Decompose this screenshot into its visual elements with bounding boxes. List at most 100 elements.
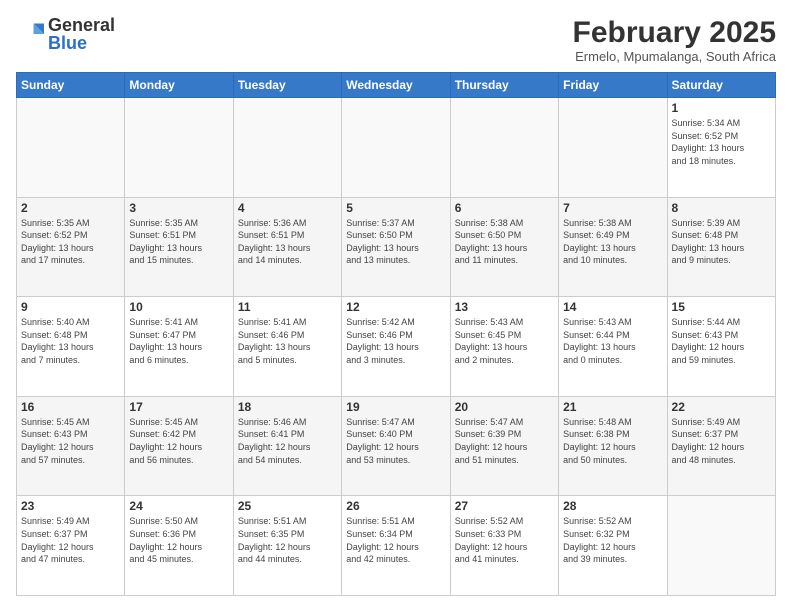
calendar-day-cell: 3 Sunrise: 5:35 AM Sunset: 6:51 PM Daylig… (125, 197, 233, 297)
day-number: 9 (21, 300, 120, 314)
day-number: 24 (129, 499, 228, 513)
calendar-day-cell: 9 Sunrise: 5:40 AM Sunset: 6:48 PM Daylig… (17, 297, 125, 397)
calendar-week-row: 2 Sunrise: 5:35 AM Sunset: 6:52 PM Daylig… (17, 197, 776, 297)
logo: General Blue (16, 16, 115, 52)
calendar-day-cell (125, 98, 233, 198)
day-number: 13 (455, 300, 554, 314)
day-info: Sunrise: 5:39 AM Sunset: 6:48 PM Dayligh… (672, 217, 771, 267)
day-info: Sunrise: 5:45 AM Sunset: 6:43 PM Dayligh… (21, 416, 120, 466)
day-number: 26 (346, 499, 445, 513)
calendar-day-cell: 1Sunrise: 5:34 AM Sunset: 6:52 PM Daylig… (667, 98, 775, 198)
day-info: Sunrise: 5:51 AM Sunset: 6:34 PM Dayligh… (346, 515, 445, 565)
day-number: 4 (238, 201, 337, 215)
day-info: Sunrise: 5:49 AM Sunset: 6:37 PM Dayligh… (672, 416, 771, 466)
day-info: Sunrise: 5:34 AM Sunset: 6:52 PM Dayligh… (672, 117, 771, 167)
weekday-header: Saturday (667, 73, 775, 98)
calendar-header-row: SundayMondayTuesdayWednesdayThursdayFrid… (17, 73, 776, 98)
calendar-day-cell (233, 98, 341, 198)
calendar-week-row: 1Sunrise: 5:34 AM Sunset: 6:52 PM Daylig… (17, 98, 776, 198)
calendar-day-cell: 6Sunrise: 5:38 AM Sunset: 6:50 PM Daylig… (450, 197, 558, 297)
weekday-header: Friday (559, 73, 667, 98)
day-info: Sunrise: 5:42 AM Sunset: 6:46 PM Dayligh… (346, 316, 445, 366)
calendar-day-cell: 25 Sunrise: 5:51 AM Sunset: 6:35 PM Dayli… (233, 496, 341, 596)
day-number: 2 (21, 201, 120, 215)
day-number: 22 (672, 400, 771, 414)
weekday-header: Monday (125, 73, 233, 98)
calendar-day-cell: 24 Sunrise: 5:50 AM Sunset: 6:36 PM Dayli… (125, 496, 233, 596)
calendar-day-cell: 20 Sunrise: 5:47 AM Sunset: 6:39 PM Dayli… (450, 396, 558, 496)
calendar-day-cell (342, 98, 450, 198)
day-info: Sunrise: 5:48 AM Sunset: 6:38 PM Dayligh… (563, 416, 662, 466)
day-info: Sunrise: 5:50 AM Sunset: 6:36 PM Dayligh… (129, 515, 228, 565)
day-number: 5 (346, 201, 445, 215)
day-number: 11 (238, 300, 337, 314)
day-info: Sunrise: 5:51 AM Sunset: 6:35 PM Dayligh… (238, 515, 337, 565)
weekday-header: Tuesday (233, 73, 341, 98)
calendar-day-cell: 15Sunrise: 5:44 AM Sunset: 6:43 PM Dayli… (667, 297, 775, 397)
calendar-day-cell: 27 Sunrise: 5:52 AM Sunset: 6:33 PM Dayli… (450, 496, 558, 596)
calendar-day-cell: 8 Sunrise: 5:39 AM Sunset: 6:48 PM Daylig… (667, 197, 775, 297)
calendar-day-cell (17, 98, 125, 198)
day-info: Sunrise: 5:52 AM Sunset: 6:32 PM Dayligh… (563, 515, 662, 565)
calendar-day-cell (667, 496, 775, 596)
calendar-day-cell: 17 Sunrise: 5:45 AM Sunset: 6:42 PM Dayli… (125, 396, 233, 496)
day-number: 3 (129, 201, 228, 215)
day-number: 23 (21, 499, 120, 513)
day-number: 18 (238, 400, 337, 414)
day-number: 28 (563, 499, 662, 513)
day-info: Sunrise: 5:45 AM Sunset: 6:42 PM Dayligh… (129, 416, 228, 466)
calendar-day-cell (559, 98, 667, 198)
calendar-day-cell: 13Sunrise: 5:43 AM Sunset: 6:45 PM Dayli… (450, 297, 558, 397)
day-info: Sunrise: 5:38 AM Sunset: 6:49 PM Dayligh… (563, 217, 662, 267)
calendar-day-cell: 16 Sunrise: 5:45 AM Sunset: 6:43 PM Dayli… (17, 396, 125, 496)
day-number: 6 (455, 201, 554, 215)
day-number: 21 (563, 400, 662, 414)
day-number: 27 (455, 499, 554, 513)
calendar-day-cell: 21 Sunrise: 5:48 AM Sunset: 6:38 PM Dayli… (559, 396, 667, 496)
calendar-day-cell: 23 Sunrise: 5:49 AM Sunset: 6:37 PM Dayli… (17, 496, 125, 596)
day-info: Sunrise: 5:47 AM Sunset: 6:40 PM Dayligh… (346, 416, 445, 466)
calendar-day-cell: 4 Sunrise: 5:36 AM Sunset: 6:51 PM Daylig… (233, 197, 341, 297)
day-number: 15 (672, 300, 771, 314)
calendar-day-cell (450, 98, 558, 198)
calendar-day-cell: 12 Sunrise: 5:42 AM Sunset: 6:46 PM Dayli… (342, 297, 450, 397)
month-title: February 2025 (573, 16, 776, 49)
day-number: 19 (346, 400, 445, 414)
calendar: SundayMondayTuesdayWednesdayThursdayFrid… (16, 72, 776, 596)
day-info: Sunrise: 5:41 AM Sunset: 6:46 PM Dayligh… (238, 316, 337, 366)
weekday-header: Thursday (450, 73, 558, 98)
logo-text: General Blue (48, 16, 115, 52)
day-info: Sunrise: 5:35 AM Sunset: 6:52 PM Dayligh… (21, 217, 120, 267)
title-block: February 2025 Ermelo, Mpumalanga, South … (573, 16, 776, 64)
day-number: 12 (346, 300, 445, 314)
calendar-week-row: 23 Sunrise: 5:49 AM Sunset: 6:37 PM Dayli… (17, 496, 776, 596)
weekday-header: Sunday (17, 73, 125, 98)
header: General Blue February 2025 Ermelo, Mpuma… (16, 16, 776, 64)
calendar-week-row: 16 Sunrise: 5:45 AM Sunset: 6:43 PM Dayli… (17, 396, 776, 496)
day-number: 7 (563, 201, 662, 215)
day-number: 17 (129, 400, 228, 414)
day-number: 10 (129, 300, 228, 314)
day-number: 16 (21, 400, 120, 414)
calendar-day-cell: 10 Sunrise: 5:41 AM Sunset: 6:47 PM Dayli… (125, 297, 233, 397)
calendar-day-cell: 14Sunrise: 5:43 AM Sunset: 6:44 PM Dayli… (559, 297, 667, 397)
calendar-day-cell: 18Sunrise: 5:46 AM Sunset: 6:41 PM Dayli… (233, 396, 341, 496)
calendar-day-cell: 19 Sunrise: 5:47 AM Sunset: 6:40 PM Dayli… (342, 396, 450, 496)
day-info: Sunrise: 5:52 AM Sunset: 6:33 PM Dayligh… (455, 515, 554, 565)
weekday-header: Wednesday (342, 73, 450, 98)
calendar-week-row: 9 Sunrise: 5:40 AM Sunset: 6:48 PM Daylig… (17, 297, 776, 397)
day-number: 25 (238, 499, 337, 513)
logo-general: General (48, 15, 115, 35)
day-info: Sunrise: 5:47 AM Sunset: 6:39 PM Dayligh… (455, 416, 554, 466)
day-info: Sunrise: 5:41 AM Sunset: 6:47 PM Dayligh… (129, 316, 228, 366)
day-info: Sunrise: 5:35 AM Sunset: 6:51 PM Dayligh… (129, 217, 228, 267)
day-number: 8 (672, 201, 771, 215)
day-info: Sunrise: 5:40 AM Sunset: 6:48 PM Dayligh… (21, 316, 120, 366)
day-info: Sunrise: 5:36 AM Sunset: 6:51 PM Dayligh… (238, 217, 337, 267)
page: General Blue February 2025 Ermelo, Mpuma… (0, 0, 792, 612)
calendar-day-cell: 22 Sunrise: 5:49 AM Sunset: 6:37 PM Dayli… (667, 396, 775, 496)
calendar-day-cell: 11 Sunrise: 5:41 AM Sunset: 6:46 PM Dayli… (233, 297, 341, 397)
day-info: Sunrise: 5:43 AM Sunset: 6:44 PM Dayligh… (563, 316, 662, 366)
day-info: Sunrise: 5:49 AM Sunset: 6:37 PM Dayligh… (21, 515, 120, 565)
day-number: 20 (455, 400, 554, 414)
